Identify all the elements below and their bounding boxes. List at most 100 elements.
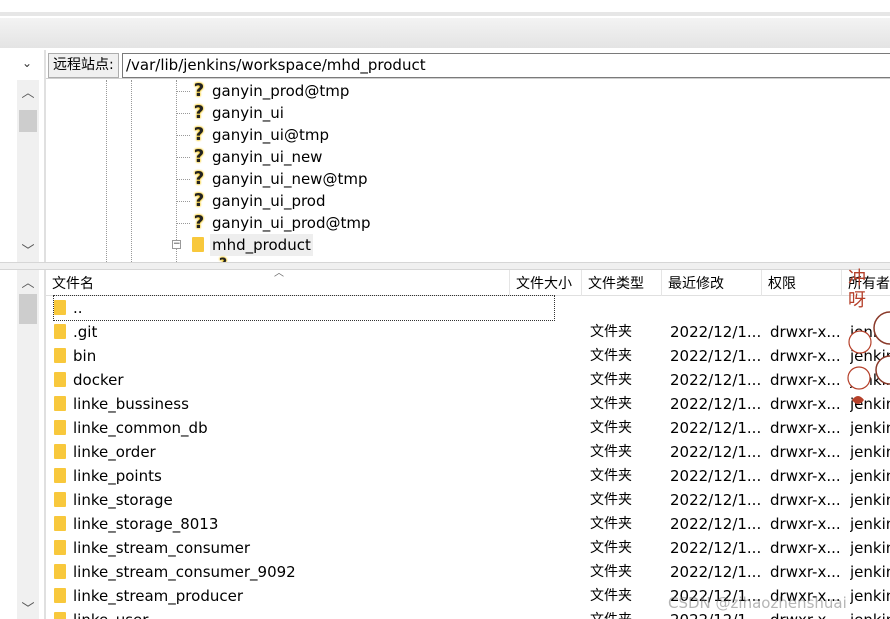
- file-name: ..: [73, 299, 83, 317]
- folder-icon: [54, 540, 66, 555]
- table-row[interactable]: docker 文件夹 2022/12/1... drwxr-x... jenki…: [46, 368, 890, 392]
- column-header-size[interactable]: 文件大小: [510, 270, 582, 296]
- date-cell: 2022/12/1...: [670, 395, 762, 413]
- file-name: docker: [73, 371, 124, 389]
- scroll-down-icon[interactable]: ﹀: [21, 598, 35, 617]
- permissions-cell: drwxr-x...: [770, 395, 841, 413]
- table-row[interactable]: linke_points 文件夹 2022/12/1... drwxr-x...…: [46, 464, 890, 488]
- type-cell: 文件夹: [590, 588, 632, 604]
- table-row[interactable]: ..: [46, 295, 890, 321]
- date-cell: 2022/12/1...: [670, 563, 762, 581]
- scroll-thumb[interactable]: [19, 110, 37, 132]
- table-row[interactable]: linke_bussiness 文件夹 2022/12/1... drwxr-x…: [46, 392, 890, 416]
- question-icon: ?: [193, 168, 205, 189]
- date-cell: 2022/12/1...: [670, 539, 762, 557]
- folder-icon: [54, 372, 66, 387]
- owner-cell: jenkins: [850, 443, 890, 461]
- name-cell: linke_points: [54, 464, 554, 488]
- name-cell: linke_stream_producer: [54, 584, 554, 608]
- table-row[interactable]: linke_storage 文件夹 2022/12/1... drwxr-x..…: [46, 488, 890, 512]
- column-header-modified[interactable]: 最近修改: [662, 270, 762, 296]
- tree-collapse-button[interactable]: −: [172, 240, 181, 249]
- tree-item-label: ganyin_prod@tmp: [212, 82, 350, 100]
- name-cell: linke_user: [54, 608, 554, 619]
- name-cell: linke_storage_8013: [54, 512, 554, 536]
- tree-item[interactable]: ? ganyin_ui@tmp: [176, 124, 329, 146]
- chevron-down-icon[interactable]: ⌄: [22, 56, 32, 70]
- table-row[interactable]: linke_storage_8013 文件夹 2022/12/1... drwx…: [46, 512, 890, 536]
- folder-icon: [54, 396, 66, 411]
- name-cell: linke_stream_consumer_9092: [54, 560, 554, 584]
- owner-cell: jenkins: [850, 491, 890, 509]
- tree-item[interactable]: ? ganyin_ui_prod: [176, 190, 326, 212]
- folder-icon: [54, 492, 66, 507]
- tree-item[interactable]: ? ganyin_ui_prod@tmp: [176, 212, 371, 234]
- file-name: linke_points: [73, 467, 162, 485]
- date-cell: 2022/12/1...: [670, 323, 762, 341]
- question-icon: ?: [193, 212, 205, 233]
- file-name: linke_order: [73, 443, 156, 461]
- list-header: ︿ 文件名 文件大小 文件类型 最近修改 权限 所有者: [46, 270, 890, 296]
- column-header-permissions[interactable]: 权限: [762, 270, 842, 296]
- folder-icon: [54, 468, 66, 483]
- local-tree-scrollbar[interactable]: ︿ ﹀: [17, 80, 39, 262]
- owner-cell: jenkins: [850, 563, 890, 581]
- toolbar-band-lower: [0, 18, 890, 48]
- table-row[interactable]: linke_stream_consumer 文件夹 2022/12/1... d…: [46, 536, 890, 560]
- scroll-up-icon[interactable]: ︿: [21, 272, 35, 291]
- owner-cell: jenkins: [850, 467, 890, 485]
- folder-icon: [54, 348, 66, 363]
- tree-item-label: ganyin_ui_new@tmp: [212, 170, 368, 188]
- column-header-type[interactable]: 文件类型: [582, 270, 662, 296]
- question-icon: ?: [193, 102, 205, 123]
- folder-icon: [54, 612, 66, 619]
- type-cell: 文件夹: [590, 516, 632, 532]
- sticker-image: 冲 呀: [847, 268, 890, 404]
- scroll-up-icon[interactable]: ︿: [21, 82, 35, 101]
- horizontal-splitter[interactable]: [0, 262, 890, 270]
- folder-icon: [54, 516, 66, 531]
- tree-item[interactable]: ? ganyin_prod@tmp: [176, 80, 350, 102]
- date-cell: 2022/12/1...: [670, 347, 762, 365]
- remote-site-label: 远程站点:: [48, 53, 119, 78]
- owner-cell: jenkins: [850, 608, 890, 619]
- column-header-name[interactable]: 文件名: [46, 270, 510, 296]
- local-list-scrollbar[interactable]: ︿ ﹀: [17, 270, 39, 619]
- tree-item-mhd-product[interactable]: mhd_product: [192, 234, 313, 256]
- name-cell: linke_stream_consumer: [54, 536, 554, 560]
- tree-item[interactable]: ? ganyin_ui_new: [176, 146, 323, 168]
- tree-guide-line: [176, 80, 177, 262]
- tree-item-label: ganyin_ui@tmp: [212, 126, 329, 144]
- tree-item-label: ganyin_ui_new: [212, 148, 323, 166]
- remote-directory-tree: ? ganyin_prod@tmp ? ganyin_ui ? ganyin_ui@t…: [46, 80, 890, 262]
- scroll-thumb[interactable]: [19, 294, 37, 324]
- permissions-cell: drwxr-x...: [770, 347, 841, 365]
- question-icon: ?: [193, 190, 205, 211]
- table-row[interactable]: linke_common_db 文件夹 2022/12/1... drwxr-x…: [46, 416, 890, 440]
- tree-item[interactable]: ? ganyin_ui_new@tmp: [176, 168, 368, 190]
- file-name: linke_stream_consumer_9092: [73, 563, 296, 581]
- date-cell: 2022/12/1...: [670, 515, 762, 533]
- type-cell: 文件夹: [590, 444, 632, 460]
- name-cell: linke_order: [54, 440, 554, 464]
- svg-text:冲: 冲: [848, 268, 866, 289]
- tree-item-label: ganyin_ui_prod: [212, 192, 326, 210]
- table-row[interactable]: linke_order 文件夹 2022/12/1... drwxr-x... …: [46, 440, 890, 464]
- remote-path-input[interactable]: /var/lib/jenkins/workspace/mhd_product: [122, 53, 890, 78]
- type-cell: 文件夹: [590, 492, 632, 508]
- folder-icon: [192, 237, 204, 252]
- tree-item[interactable]: ? ganyin_ui: [176, 102, 284, 124]
- name-cell: docker: [54, 368, 554, 392]
- type-cell: 文件夹: [590, 564, 632, 580]
- remote-file-list: ︿ 文件名 文件大小 文件类型 最近修改 权限 所有者 .. .git 文件夹 …: [46, 270, 890, 619]
- table-row[interactable]: .git 文件夹 2022/12/1... drwxr-x... jenkins: [46, 320, 890, 344]
- table-row[interactable]: bin 文件夹 2022/12/1... drwxr-x... jenkins: [46, 344, 890, 368]
- table-row[interactable]: linke_stream_consumer_9092 文件夹 2022/12/1…: [46, 560, 890, 584]
- file-name: linke_storage_8013: [73, 515, 219, 533]
- name-cell: .git: [54, 320, 554, 344]
- permissions-cell: drwxr-x...: [770, 371, 841, 389]
- scroll-down-icon[interactable]: ﹀: [21, 240, 35, 259]
- type-cell: 文件夹: [590, 324, 632, 340]
- permissions-cell: drwxr-x...: [770, 419, 841, 437]
- file-name: linke_stream_consumer: [73, 539, 251, 557]
